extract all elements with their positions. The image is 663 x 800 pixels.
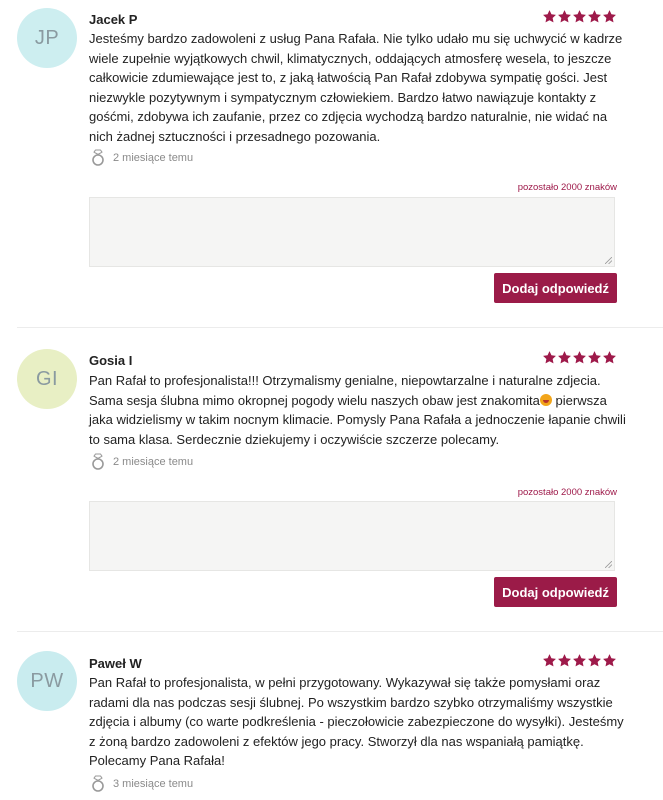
- add-reply-button[interactable]: Dodaj odpowiedź: [494, 577, 617, 607]
- review-meta: 2 miesiące temu: [91, 453, 193, 470]
- star-icon: [542, 350, 557, 365]
- review-author: Jacek P: [89, 12, 138, 27]
- star-icon: [587, 9, 602, 24]
- wedding-ring-icon: [91, 453, 105, 470]
- star-rating: [542, 653, 617, 668]
- reply-box-wrapper: [89, 501, 615, 571]
- avatar: PW: [17, 651, 77, 711]
- star-icon: [572, 9, 587, 24]
- review-text: Jesteśmy bardzo zadowoleni z usług Pana …: [89, 31, 623, 144]
- wedding-ring-icon: [91, 775, 105, 792]
- star-rating: [542, 350, 617, 365]
- review-text: Pan Rafał to profesjonalista, w pełni pr…: [89, 675, 624, 768]
- reply-textarea[interactable]: [89, 501, 615, 571]
- star-icon: [587, 350, 602, 365]
- avatar-initials: JP: [34, 26, 60, 49]
- char-counter: pozostało 2000 znaków: [517, 487, 617, 498]
- review-date: 2 miesiące temu: [113, 455, 194, 468]
- reply-box-wrapper: [89, 197, 615, 267]
- avatar: JP: [17, 8, 77, 68]
- review-meta: 2 miesiące temu: [91, 149, 193, 166]
- resize-grip-icon[interactable]: [605, 561, 612, 568]
- star-icon: [557, 653, 572, 668]
- review-date: 2 miesiące temu: [113, 151, 194, 164]
- char-counter: pozostało 2000 znaków: [517, 182, 617, 193]
- avatar: GI: [17, 349, 77, 409]
- review-date: 3 miesiące temu: [113, 777, 194, 790]
- review-meta: 3 miesiące temu: [91, 775, 193, 792]
- resize-grip-icon[interactable]: [605, 257, 612, 264]
- add-reply-button[interactable]: Dodaj odpowiedź: [494, 273, 617, 303]
- star-icon: [587, 653, 602, 668]
- star-icon: [602, 653, 617, 668]
- review-text-part: Pan Rafał to profesjonalista!!! Otrzymal…: [89, 373, 601, 408]
- star-rating: [542, 9, 617, 24]
- star-icon: [557, 9, 572, 24]
- review-divider: [17, 327, 663, 328]
- review-divider: [17, 631, 663, 632]
- star-icon: [557, 350, 572, 365]
- wedding-ring-icon: [91, 149, 105, 166]
- reply-textarea[interactable]: [89, 197, 615, 267]
- review-author: Paweł W: [89, 656, 142, 671]
- star-icon: [572, 653, 587, 668]
- star-icon: [602, 350, 617, 365]
- review-text: Pan Rafał to profesjonalista!!! Otrzymal…: [89, 371, 629, 449]
- avatar-initials: PW: [30, 669, 64, 692]
- avatar-initials: GI: [35, 367, 59, 390]
- grinning-face-emoji-icon: [539, 393, 552, 406]
- star-icon: [572, 350, 587, 365]
- star-icon: [542, 9, 557, 24]
- star-icon: [542, 653, 557, 668]
- review-author: Gosia I: [89, 353, 133, 368]
- star-icon: [602, 9, 617, 24]
